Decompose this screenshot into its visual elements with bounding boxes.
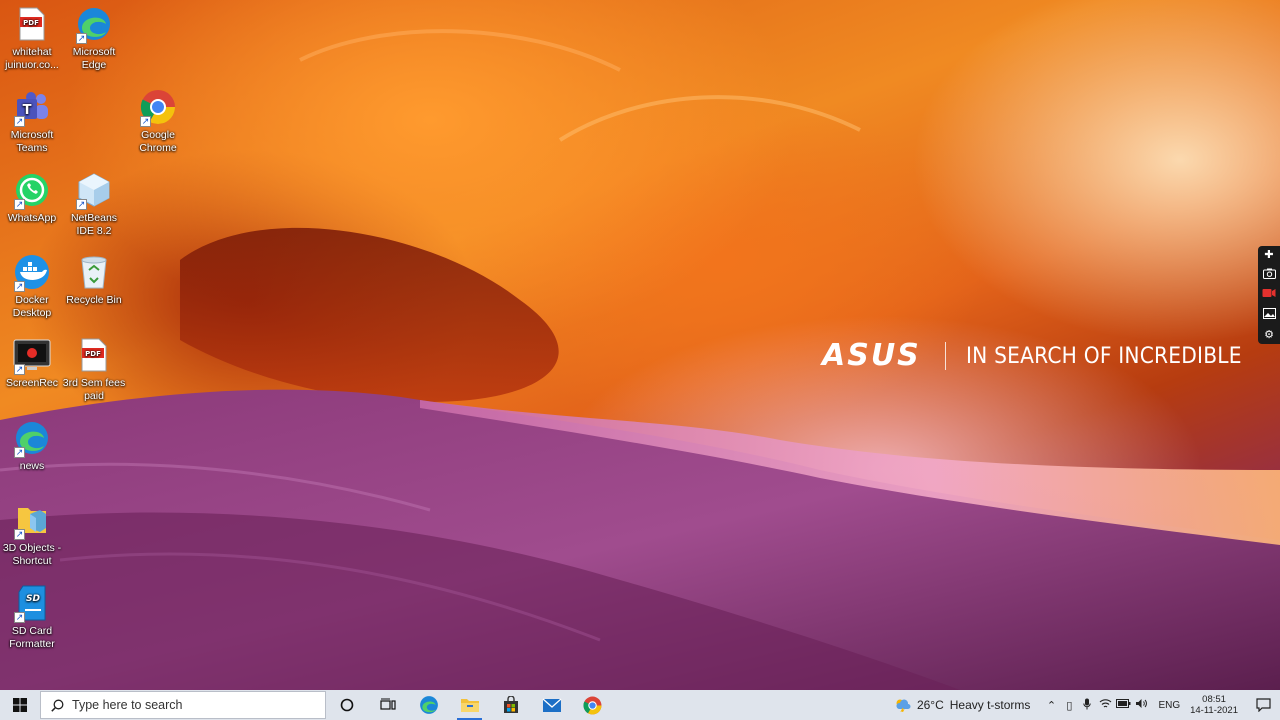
- desktop-icon-screenrec[interactable]: ↗ ScreenRec: [0, 335, 64, 390]
- clock-date: 14-11-2021: [1190, 705, 1238, 716]
- taskbar-clock[interactable]: 08:51 14-11-2021: [1190, 694, 1238, 716]
- taskbar-search-box[interactable]: Type here to search: [40, 691, 326, 719]
- desktop-icon-label: whitehat juinuor.co...: [5, 46, 59, 71]
- notification-center-button[interactable]: [1252, 698, 1274, 712]
- desktop-icon-label: NetBeans IDE 8.2: [70, 212, 118, 237]
- desktop-icon-news[interactable]: ↗ news: [0, 418, 64, 473]
- svg-text:SD: SD: [26, 594, 40, 604]
- folder-icon: ↗: [12, 500, 52, 540]
- netbeans-icon: ↗: [74, 170, 114, 210]
- brand-separator: [944, 342, 946, 370]
- asus-logo: ASUS: [822, 338, 921, 373]
- pdf-file-icon: PDF: [12, 4, 52, 44]
- chrome-icon: ↗: [138, 87, 178, 127]
- brand-tagline: IN SEARCH OF INCREDIBLE: [965, 343, 1242, 369]
- windows-logo-icon: [13, 698, 27, 712]
- clock-time: 08:51: [1202, 694, 1226, 705]
- mail-icon: [542, 698, 561, 712]
- weather-widget[interactable]: 26°C Heavy t-storms: [895, 698, 1031, 712]
- edge-icon: ↗: [12, 418, 52, 458]
- docker-icon: ↗: [12, 252, 52, 292]
- wifi-icon[interactable]: [1096, 698, 1114, 712]
- desktop-icon-label: Microsoft Edge: [72, 46, 116, 71]
- task-view-icon: [379, 698, 396, 710]
- plus-icon[interactable]: ✚: [1264, 249, 1273, 261]
- cortana-button[interactable]: [326, 690, 367, 720]
- task-view-button[interactable]: [367, 690, 408, 720]
- tablet-icon[interactable]: ▯: [1060, 699, 1078, 712]
- desktop-icon-edge[interactable]: ↗ Microsoft Edge: [62, 4, 126, 72]
- svg-text:PDF: PDF: [85, 350, 101, 358]
- desktop-icon-label: Google Chrome: [139, 129, 177, 154]
- screen-recorder-toolbar[interactable]: ✚ ⚙: [1258, 246, 1280, 344]
- whatsapp-icon: ↗: [12, 170, 52, 210]
- desktop-icon-label: 3rd Sem fees paid: [62, 377, 126, 402]
- wallpaper-branding: ASUS IN SEARCH OF INCREDIBLE: [822, 338, 1265, 374]
- start-button[interactable]: [0, 690, 40, 720]
- desktop-icon-label: WhatsApp: [7, 212, 57, 224]
- chrome-icon: [583, 696, 602, 714]
- search-placeholder: Type here to search: [72, 698, 183, 712]
- edge-icon: [419, 696, 438, 714]
- volume-icon[interactable]: [1132, 698, 1150, 712]
- video-record-icon[interactable]: [1262, 288, 1276, 301]
- desktop-icon-teams[interactable]: T ↗ Microsoft Teams: [0, 87, 64, 155]
- svg-text:PDF: PDF: [23, 19, 39, 27]
- desktop-icon-recycle-bin[interactable]: Recycle Bin: [62, 252, 126, 307]
- taskbar-file-explorer[interactable]: [449, 690, 490, 720]
- desktop-icon-label: Recycle Bin: [66, 294, 122, 306]
- notification-icon: [1255, 698, 1271, 712]
- taskbar-chrome[interactable]: [572, 690, 613, 720]
- taskbar-edge[interactable]: [408, 690, 449, 720]
- pdf-file-icon: PDF: [74, 335, 114, 375]
- language-indicator[interactable]: ENG: [1158, 700, 1180, 711]
- desktop-icon-label: 3D Objects - Shortcut: [2, 542, 62, 567]
- desktop-icon-label: SD Card Formatter: [9, 625, 55, 650]
- sd-card-icon: SD ↗: [12, 583, 52, 623]
- desktop-icon-3d-objects[interactable]: ↗ 3D Objects - Shortcut: [0, 500, 64, 568]
- desktop-icon-docker[interactable]: ↗ Docker Desktop: [0, 252, 64, 320]
- desktop-icon-label: Microsoft Teams: [10, 129, 54, 154]
- desktop-icon-sd-card-formatter[interactable]: SD ↗ SD Card Formatter: [0, 583, 64, 651]
- gallery-icon[interactable]: [1262, 308, 1276, 322]
- screenrec-icon: ↗: [12, 335, 52, 375]
- desktop-icon-fees-pdf[interactable]: PDF 3rd Sem fees paid: [62, 335, 126, 403]
- store-icon: [503, 696, 518, 713]
- desktop[interactable]: ASUS IN SEARCH OF INCREDIBLE PDF whiteha…: [0, 0, 1280, 690]
- recycle-bin-icon: [74, 252, 114, 292]
- taskbar-store[interactable]: [490, 690, 531, 720]
- edge-icon: ↗: [74, 4, 114, 44]
- gear-icon[interactable]: ⚙: [1264, 329, 1274, 341]
- desktop-icon-whitehat[interactable]: PDF whitehat juinuor.co...: [0, 4, 64, 72]
- file-explorer-icon: [460, 699, 479, 712]
- chevron-up-icon[interactable]: ⌃: [1042, 699, 1060, 712]
- battery-icon[interactable]: [1114, 699, 1132, 711]
- desktop-icon-chrome[interactable]: ↗ Google Chrome: [126, 87, 190, 155]
- desktop-icon-label: Docker Desktop: [12, 294, 52, 319]
- system-tray: 26°C Heavy t-storms ⌃ ▯ ENG 08:51 14-11-…: [895, 690, 1280, 720]
- microphone-icon[interactable]: [1078, 698, 1096, 713]
- camera-icon[interactable]: [1262, 268, 1276, 282]
- desktop-icon-label: news: [19, 460, 45, 472]
- desktop-icon-whatsapp[interactable]: ↗ WhatsApp: [0, 170, 64, 225]
- taskbar: Type here to search 26°C Heavy t-storms …: [0, 690, 1280, 720]
- search-icon: [51, 699, 64, 712]
- taskbar-mail[interactable]: [531, 690, 572, 720]
- cortana-icon: [340, 698, 353, 712]
- weather-temp: 26°C: [916, 698, 944, 712]
- desktop-icon-label: ScreenRec: [6, 377, 58, 389]
- storm-cloud-icon: [896, 699, 911, 712]
- desktop-icon-netbeans[interactable]: ↗ NetBeans IDE 8.2: [62, 170, 126, 238]
- weather-condition: Heavy t-storms: [949, 698, 1031, 712]
- teams-icon: T ↗: [12, 87, 52, 127]
